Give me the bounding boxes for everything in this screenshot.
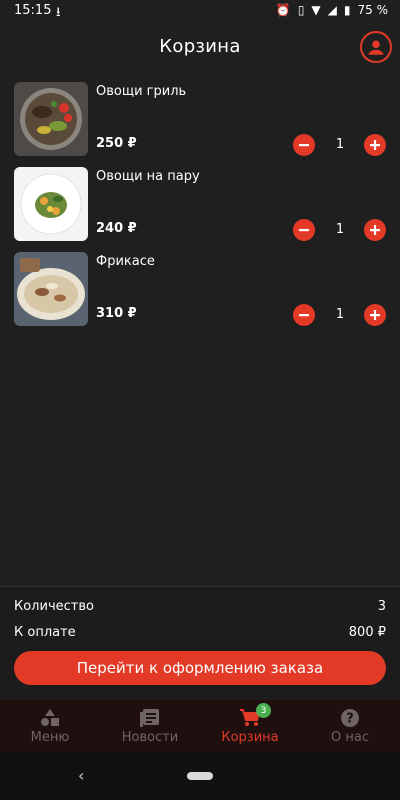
nav-item-menu[interactable]: Меню (0, 700, 100, 752)
quantity-value: 1 (335, 222, 345, 237)
product-image (14, 82, 88, 156)
nav-label: Корзина (221, 730, 279, 745)
plus-icon (370, 310, 380, 320)
product-price: 240 ₽ (96, 221, 137, 236)
decrease-quantity-button[interactable] (293, 219, 315, 241)
increase-quantity-button[interactable] (364, 219, 386, 241)
status-time: 15:15 (14, 3, 52, 18)
minus-icon (299, 229, 309, 232)
nav-label: Меню (30, 730, 70, 745)
increase-quantity-button[interactable] (364, 134, 386, 156)
nav-label: Новости (121, 730, 179, 745)
cart-list: Овощи гриль 250 ₽ 1 Овощи на пару 240 ₽ (0, 78, 400, 333)
home-pill[interactable] (187, 772, 213, 780)
decrease-quantity-button[interactable] (293, 304, 315, 326)
news-icon (140, 709, 159, 727)
product-price: 310 ₽ (96, 306, 137, 321)
order-summary: Количество 3 К оплате 800 ₽ Перейти к оф… (0, 586, 400, 700)
decrease-quantity-button[interactable] (293, 134, 315, 156)
quantity-value: 1 (335, 307, 345, 322)
minus-icon (299, 144, 309, 147)
total-row: К оплате 800 ₽ (14, 625, 386, 640)
increase-quantity-button[interactable] (364, 304, 386, 326)
minus-icon (299, 314, 309, 317)
cart-item: Овощи на пару 240 ₽ 1 (0, 163, 400, 248)
cart-badge: 3 (256, 703, 271, 718)
cart-item: Фрикасе 310 ₽ 1 (0, 248, 400, 333)
quantity-row: Количество 3 (14, 599, 386, 614)
vibrate-icon: ▯ (297, 3, 305, 17)
app-header: Корзина (0, 24, 400, 70)
product-price: 250 ₽ (96, 136, 137, 151)
battery-percent: 75 % (357, 3, 389, 17)
user-icon (368, 40, 384, 55)
plus-icon (370, 225, 380, 235)
nav-item-about[interactable]: ? О нас (300, 700, 400, 752)
total-amount: 800 ₽ (348, 625, 386, 640)
nav-item-news[interactable]: Новости (100, 700, 200, 752)
cart-item: Овощи гриль 250 ₽ 1 (0, 78, 400, 163)
product-name: Фрикасе (96, 254, 155, 269)
product-image (14, 252, 88, 326)
shapes-icon (41, 709, 59, 726)
bottom-nav: Меню Новости 3 Корзина ? О нас (0, 700, 400, 752)
quantity-label: Количество (14, 599, 94, 614)
plus-icon (370, 140, 380, 150)
svg-text:?: ? (346, 712, 354, 727)
product-name: Овощи гриль (96, 84, 187, 99)
quantity-value: 1 (335, 137, 345, 152)
nav-item-cart[interactable]: 3 Корзина (200, 700, 300, 752)
alarm-icon: ⏰ (275, 3, 291, 17)
product-image (14, 167, 88, 241)
total-label: К оплате (14, 625, 76, 640)
page-title: Корзина (159, 36, 241, 57)
back-chevron-icon[interactable]: ‹ (78, 766, 84, 785)
help-icon: ? (341, 709, 359, 727)
download-icon: ⭳ (56, 5, 61, 20)
signal-icon: ◢ (327, 3, 337, 17)
battery-icon: ▮ (343, 3, 351, 17)
checkout-button[interactable]: Перейти к оформлению заказа (14, 651, 386, 685)
product-name: Овощи на пару (96, 169, 200, 184)
status-bar: 15:15 ⭳ ⏰ ▯ ▼ ◢ ▮ 75 % (0, 0, 400, 24)
quantity-total: 3 (377, 599, 386, 614)
status-icons: ⏰ ▯ ▼ ◢ ▮ 75 % (276, 3, 388, 17)
wifi-icon: ▼ (311, 3, 321, 17)
profile-button[interactable] (360, 31, 392, 63)
system-nav-bar: ‹ (0, 752, 400, 800)
nav-label: О нас (331, 730, 369, 745)
